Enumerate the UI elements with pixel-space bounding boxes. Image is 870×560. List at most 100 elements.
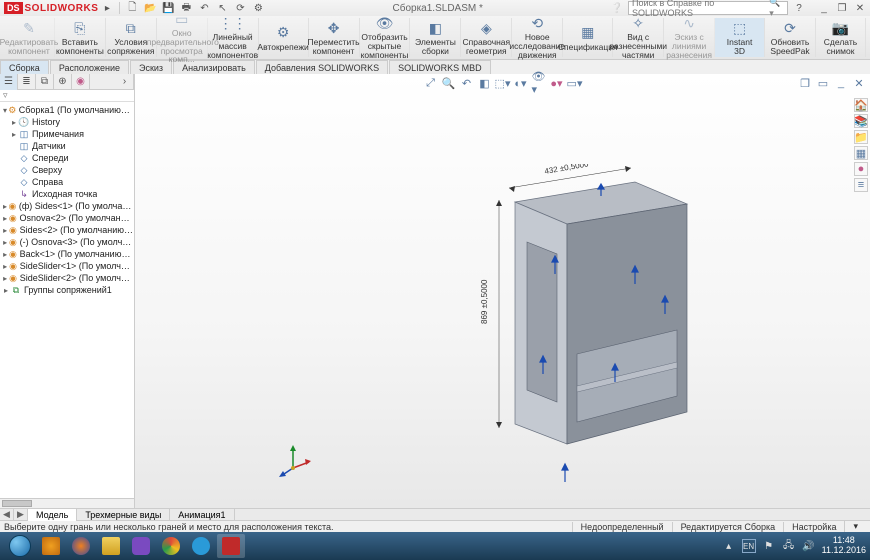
tab-assembly[interactable]: Сборка xyxy=(0,60,49,74)
status-mode: Редактируется Сборка xyxy=(672,522,784,532)
tree-item[interactable]: ▸🕓History xyxy=(0,116,134,128)
zoom-fit-icon[interactable]: ⤢ xyxy=(424,76,438,90)
view-orient-icon[interactable]: ⬚▾ xyxy=(496,76,510,90)
tab-mbd[interactable]: SOLIDWORKS MBD xyxy=(389,60,491,74)
ribbon-exploded-view[interactable]: ✧Вид с разнесенными частями xyxy=(613,18,664,57)
ribbon-snapshot[interactable]: 📷Сделать снимок xyxy=(816,18,866,57)
start-button[interactable] xyxy=(4,534,36,558)
fm-tab-display-icon[interactable]: ◉ xyxy=(72,74,90,90)
fm-expand-icon[interactable]: › xyxy=(116,74,134,90)
rebuild-icon[interactable]: ⟳ xyxy=(232,0,248,16)
ribbon-preview-window[interactable]: ▭Окно предварительного просмотра комп... xyxy=(157,18,208,57)
ribbon-speedpak[interactable]: ⟳Обновить SpeedPak xyxy=(765,18,816,57)
ribbon-explode-sketch[interactable]: ∿Эскиз с линиями разнесения xyxy=(664,18,715,57)
ribbon-smart-fasteners[interactable]: ⚙Автокрепежи xyxy=(259,18,309,57)
tray-up-icon[interactable]: ▴ xyxy=(722,539,736,553)
vp-close-icon[interactable]: ✕ xyxy=(852,76,866,90)
tree-item[interactable]: ◇Сверху xyxy=(0,164,134,176)
ribbon-motion-study[interactable]: ⟲Новое исследование движения xyxy=(512,18,563,57)
tray-clock[interactable]: 11:48 11.12.2016 xyxy=(822,536,866,556)
select-icon[interactable]: ↖ xyxy=(214,0,230,16)
status-config[interactable]: Настройка xyxy=(783,522,844,532)
tree-item[interactable]: ▸◉SideSlider<2> (По умолчанию<<По xyxy=(0,272,134,284)
scene-icon[interactable]: ▭▾ xyxy=(568,76,582,90)
help-icon[interactable]: ❔ xyxy=(609,0,625,16)
ribbon-show-hidden[interactable]: 👁Отобразить скрытые компоненты xyxy=(360,18,411,57)
hide-show-icon[interactable]: 👁▾ xyxy=(532,76,546,90)
ribbon-insert-components[interactable]: ⎘Вставить компоненты xyxy=(55,18,106,57)
task-pane-icon[interactable]: ? xyxy=(791,0,807,16)
tree-item[interactable]: ▸◉Sides<2> (По умолчанию<<По умо. xyxy=(0,224,134,236)
tree-item[interactable]: ◇Спереди xyxy=(0,152,134,164)
help-search-input[interactable]: Поиск в Справке по SOLIDWORKS 🔍▾ xyxy=(628,1,788,15)
section-icon[interactable]: ◧ xyxy=(478,76,492,90)
tree-item[interactable]: ▸◉Osnova<2> (По умолчанию<<По ум xyxy=(0,212,134,224)
ribbon-edit-component[interactable]: ✎Редактировать компонент xyxy=(4,18,55,57)
ribbon-instant-3d[interactable]: ⬚Instant 3D xyxy=(715,18,765,57)
tab-layout[interactable]: Расположение xyxy=(50,60,129,74)
tree-root[interactable]: ▾⚙Сборка1 (По умолчанию<По умолчан xyxy=(0,104,134,116)
task-solidworks[interactable] xyxy=(217,534,245,558)
fm-tab-tree-icon[interactable]: ☰ xyxy=(0,74,18,90)
tray-volume-icon[interactable]: 🔊 xyxy=(802,539,816,553)
tree-scrollbar[interactable] xyxy=(0,498,134,508)
ribbon-move-component[interactable]: ✥Переместить компонент xyxy=(309,18,360,57)
vp-minimize-icon[interactable]: _ xyxy=(834,76,848,90)
btab-prev-icon[interactable]: ◀ xyxy=(0,509,14,521)
new-icon[interactable]: 🗋 xyxy=(124,0,140,16)
tree-item[interactable]: ▸◫Примечания xyxy=(0,128,134,140)
prev-view-icon[interactable]: ↶ xyxy=(460,76,474,90)
tree-item[interactable]: ◫Датчики xyxy=(0,140,134,152)
tree-item[interactable]: ▸◉(ф) Sides<1> (По умолчанию<<По ум xyxy=(0,200,134,212)
vp-maximize-icon[interactable]: ▭ xyxy=(816,76,830,90)
task-firefox[interactable] xyxy=(67,534,95,558)
feature-filter[interactable]: ▿ xyxy=(0,90,134,102)
tray-action-icon[interactable]: ⚑ xyxy=(762,539,776,553)
tree-item[interactable]: ◇Справа xyxy=(0,176,134,188)
qa-dropdown-icon[interactable]: ▸ xyxy=(99,0,115,16)
tp-design-lib-icon[interactable]: 📚 xyxy=(854,114,868,128)
tree-item[interactable]: ▸◉SideSlider<1> (По умолчанию<<По xyxy=(0,260,134,272)
minimize-icon[interactable]: _ xyxy=(818,2,830,14)
btab-animation[interactable]: Анимация1 xyxy=(170,509,234,521)
tp-view-palette-icon[interactable]: ▦ xyxy=(854,146,868,160)
tray-lang[interactable]: EN xyxy=(742,539,756,553)
display-style-icon[interactable]: ◐▾ xyxy=(514,76,528,90)
fm-tab-config-icon[interactable]: ⧉ xyxy=(36,74,54,90)
task-mediaplayer[interactable] xyxy=(37,534,65,558)
tp-appearances-icon[interactable]: ● xyxy=(854,162,868,176)
tp-file-explorer-icon[interactable]: 📁 xyxy=(854,130,868,144)
close-icon[interactable]: ✕ xyxy=(854,2,866,14)
options-icon[interactable]: ⚙ xyxy=(250,0,266,16)
task-explorer[interactable] xyxy=(97,534,125,558)
zoom-area-icon[interactable]: 🔍 xyxy=(442,76,456,90)
btab-3dviews[interactable]: Трехмерные виды xyxy=(77,509,170,521)
open-icon[interactable]: 📂 xyxy=(142,0,158,16)
task-viber[interactable] xyxy=(127,534,155,558)
ribbon-ref-geometry[interactable]: ◈Справочная геометрия xyxy=(461,18,512,57)
model-drawing: 432 ±0,5000 869 ±0,5000 xyxy=(455,164,735,484)
btab-model[interactable]: Модель xyxy=(28,509,77,521)
view-triad[interactable] xyxy=(275,442,311,478)
tab-addins[interactable]: Добавления SOLIDWORKS xyxy=(256,60,388,74)
undo-icon[interactable]: ↶ xyxy=(196,0,212,16)
maximize-icon[interactable]: ❐ xyxy=(836,2,848,14)
ribbon-assembly-features[interactable]: ◧Элементы сборки xyxy=(410,18,461,57)
tree-item[interactable]: ▸◉Back<1> (По умолчанию<<По умол xyxy=(0,248,134,260)
btab-next-icon[interactable]: ▶ xyxy=(14,509,28,521)
tree-item[interactable]: ↳Исходная точка xyxy=(0,188,134,200)
tree-item[interactable]: ▸◉(-) Osnova<3> (По умолчанию<<По xyxy=(0,236,134,248)
tp-custom-props-icon[interactable]: ≡ xyxy=(854,178,868,192)
vp-restore-icon[interactable]: ❐ xyxy=(798,76,812,90)
tree-item[interactable]: ▸⧉Группы сопряжений1 xyxy=(0,284,134,296)
fm-tab-property-icon[interactable]: ≣ xyxy=(18,74,36,90)
graphics-viewport[interactable]: ⤢ 🔍 ↶ ◧ ⬚▾ ◐▾ 👁▾ ●▾ ▭▾ ❐ ▭ _ ✕ 🏠 📚 📁 ▦ ●… xyxy=(135,74,870,508)
appearance-icon[interactable]: ●▾ xyxy=(550,76,564,90)
tp-home-icon[interactable]: 🏠 xyxy=(854,98,868,112)
status-extra-icon[interactable]: ▾ xyxy=(844,521,866,532)
tray-network-icon[interactable]: 🖧 xyxy=(782,539,796,553)
task-skype[interactable] xyxy=(187,534,215,558)
fm-tab-dimxpert-icon[interactable]: ⊕ xyxy=(54,74,72,90)
ribbon-bom[interactable]: ▦Спецификация xyxy=(563,18,613,57)
task-chrome[interactable] xyxy=(157,534,185,558)
